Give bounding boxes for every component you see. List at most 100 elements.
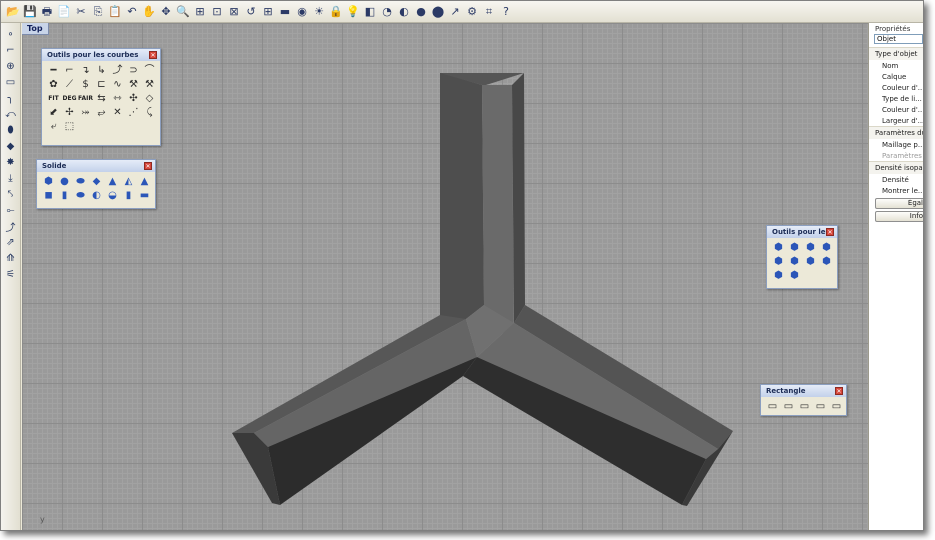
settings-icon[interactable]: ⚙ — [464, 4, 480, 20]
polyline-tool-icon[interactable]: ⌐ — [3, 43, 19, 58]
tool-icon-11[interactable]: ◐ — [89, 189, 104, 202]
tool-icon-8[interactable]: ✿ — [46, 78, 61, 91]
pan-icon[interactable]: ✋ — [141, 4, 157, 20]
tool-icon-7[interactable]: ▲ — [137, 175, 152, 188]
surface-tool-icon[interactable]: ⬮ — [3, 123, 19, 138]
tool-icon-8[interactable]: ⬢ — [819, 255, 834, 268]
tool-icon-3[interactable]: ▭ — [797, 400, 812, 413]
open-folder-icon[interactable]: 📂 — [5, 4, 21, 20]
tool-icon-10[interactable]: $ — [78, 78, 93, 91]
undo-icon[interactable]: ↶ — [124, 4, 140, 20]
render-tool-icon[interactable]: ⚟ — [3, 267, 19, 282]
tool-icon-14[interactable]: ⚒ — [142, 78, 157, 91]
shade-icon[interactable]: ◐ — [396, 4, 412, 20]
property-row-2[interactable]: Calque — [869, 71, 923, 82]
join-tool-icon[interactable]: ⟜ — [3, 203, 19, 218]
dimension-tool-icon[interactable]: ⤣ — [3, 187, 19, 202]
curve-tool-icon[interactable]: ⤺ — [3, 107, 19, 122]
tool-icon-6[interactable]: ⊃ — [126, 64, 141, 77]
four-viewports-icon[interactable]: ⊞ — [260, 4, 276, 20]
sphere-icon[interactable]: ⬤ — [430, 4, 446, 20]
tool-icon-9[interactable]: ⟋ — [62, 78, 77, 91]
rectangle-title-bar[interactable]: Rectangle ✕ — [761, 385, 846, 397]
tool-icon-20[interactable]: ✣ — [126, 92, 141, 105]
point-icon[interactable]: ▬ — [277, 4, 293, 20]
snap-icon[interactable]: ⌗ — [481, 4, 497, 20]
rectangle-panel[interactable]: Rectangle ✕ ▭ ▭ ▭ ▭ ▭ — [760, 384, 847, 416]
tool-icon-7[interactable]: ⬢ — [803, 255, 818, 268]
tool-icon-11[interactable]: ⊏ — [94, 78, 109, 91]
tool-icon-5[interactable]: ⤴ — [110, 64, 125, 77]
hide-icon[interactable]: ◉ — [294, 4, 310, 20]
section-render-mesh[interactable]: Paramètres du — [869, 126, 923, 139]
tool-icon-1[interactable]: ━ — [46, 64, 61, 77]
tool-icon-4[interactable]: ⬢ — [819, 241, 834, 254]
solid-tools-panel[interactable]: Outils pour les s... ✕ ⬢⬢⬢⬢⬢⬢⬢⬢⬢⬢ — [766, 225, 838, 289]
help-icon[interactable]: ? — [498, 4, 514, 20]
density-row-1[interactable]: Densité — [869, 174, 923, 185]
tool-icon-27[interactable]: ⋰ — [126, 106, 141, 119]
tool-icon-10[interactable]: ⬬ — [73, 189, 88, 202]
tool-icon-6[interactable]: ⬢ — [787, 255, 802, 268]
tool-icon-7[interactable]: ⌒ — [142, 64, 157, 77]
close-icon[interactable]: ✕ — [826, 228, 834, 236]
tool-icon-14[interactable]: ▬ — [137, 189, 152, 202]
zoom-window-icon[interactable]: ⊞ — [192, 4, 208, 20]
tool-icon-8[interactable]: ◼ — [41, 189, 56, 202]
close-icon[interactable]: ✕ — [149, 51, 157, 59]
tool-icon-1[interactable]: ⬢ — [771, 241, 786, 254]
paste-icon[interactable]: 📋 — [107, 4, 123, 20]
tool-icon-24[interactable]: ⤖ — [78, 106, 93, 119]
cut-icon[interactable]: ✂ — [73, 4, 89, 20]
tool-icon-12[interactable]: ∿ — [110, 78, 125, 91]
section-isocurve-density[interactable]: Densité isoparam — [869, 161, 923, 174]
zoom-extents-icon[interactable]: ⊡ — [209, 4, 225, 20]
tool-icon-2[interactable]: ⬢ — [787, 241, 802, 254]
tool-icon-9[interactable]: ▮ — [57, 189, 72, 202]
tool-icon-18[interactable]: ⇆ — [94, 92, 109, 105]
property-row-5[interactable]: Couleur d'... — [869, 104, 923, 115]
tool-icon-5[interactable]: ▲ — [105, 175, 120, 188]
tool-icon-2[interactable]: ● — [57, 175, 72, 188]
zoom-selected-icon[interactable]: ⊠ — [226, 4, 242, 20]
plane-tool-icon[interactable]: ◆ — [3, 139, 19, 154]
tool-icon-6[interactable]: ◭ — [121, 175, 136, 188]
tool-icon-13[interactable]: ▮ — [121, 189, 136, 202]
transform-tool-icon[interactable]: ⤓ — [3, 171, 19, 186]
tool-icon-4[interactable]: ◆ — [89, 175, 104, 188]
arc-tool-icon[interactable]: ╮ — [3, 91, 19, 106]
tool-icon-15[interactable]: FIT — [46, 92, 61, 105]
tool-icon-22[interactable]: ⬋ — [46, 106, 61, 119]
import-icon[interactable]: 📄 — [56, 4, 72, 20]
layer-icon[interactable]: ◧ — [362, 4, 378, 20]
property-row-1[interactable]: Nom — [869, 60, 923, 71]
close-icon[interactable]: ✕ — [835, 387, 843, 395]
property-button-2[interactable]: Info — [875, 211, 923, 222]
tool-icon-3[interactable]: ↴ — [78, 64, 93, 77]
density-row-2[interactable]: Montrer le... — [869, 185, 923, 196]
circle-tool-icon[interactable]: ⊕ — [3, 59, 19, 74]
tool-icon-4[interactable]: ↳ — [94, 64, 109, 77]
tool-icon-3[interactable]: ⬬ — [73, 175, 88, 188]
analyze-tool-icon[interactable]: ⟰ — [3, 251, 19, 266]
zoom-icon[interactable]: 🔍 — [175, 4, 191, 20]
top-viewport[interactable]: Top y Outils pour les courbes ✕ ━ ⌐ ↴ ↳ … — [22, 23, 868, 530]
tool-icon-29[interactable]: ⤶ — [46, 120, 61, 133]
tool-icon-2[interactable]: ▭ — [781, 400, 796, 413]
rotate-view-icon[interactable]: ✥ — [158, 4, 174, 20]
property-row-4[interactable]: Type de li... — [869, 93, 923, 104]
property-row-3[interactable]: Couleur d'... — [869, 82, 923, 93]
curve-tools-panel[interactable]: Outils pour les courbes ✕ ━ ⌐ ↴ ↳ ⤴ ⊃ ⌒ ✿ ⟋ $ ⊏ ∿ ⚒ ⚒… — [41, 48, 161, 146]
undo-view-icon[interactable]: ↺ — [243, 4, 259, 20]
tool-icon-13[interactable]: ⚒ — [126, 78, 141, 91]
show-icon[interactable]: ☀ — [311, 4, 327, 20]
object-selector-dropdown[interactable]: Objet — [874, 34, 923, 44]
property-row-6[interactable]: Largeur d'... — [869, 115, 923, 126]
print-icon[interactable]: 🖶 — [39, 4, 55, 20]
tool-icon-1[interactable]: ▭ — [765, 400, 780, 413]
color-icon[interactable]: ◔ — [379, 4, 395, 20]
point-tool-icon[interactable]: ∘ — [3, 27, 19, 42]
tool-icon-17[interactable]: FAIR — [78, 92, 93, 105]
solid-panel[interactable]: Solide ✕ ⬢ ● ⬬ ◆ ▲ ◭ ▲ ◼ ▮ ⬬ ◐ ◒ ▮ ▬ — [36, 159, 156, 209]
tool-icon-23[interactable]: ✢ — [62, 106, 77, 119]
